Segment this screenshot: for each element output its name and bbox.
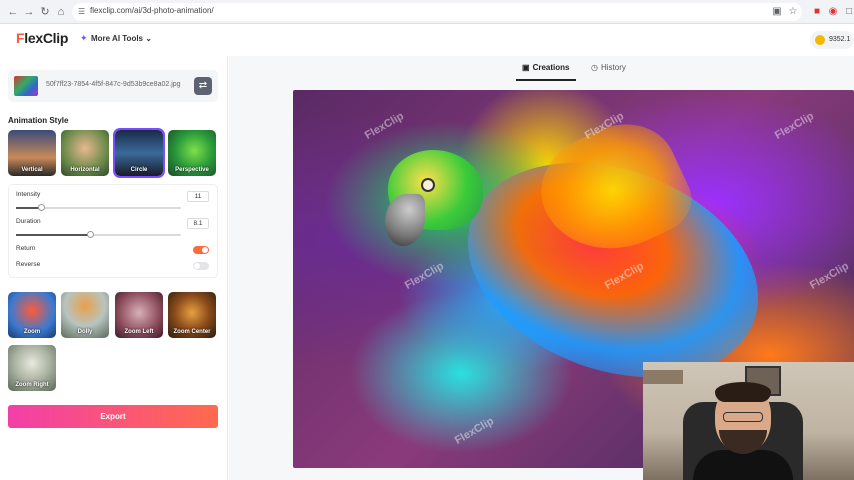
back-icon[interactable]: ← xyxy=(6,5,20,19)
tab-history[interactable]: ◷ History xyxy=(591,63,626,72)
replace-image-button[interactable]: ⇄ xyxy=(194,77,212,95)
sparkle-icon: ✦ xyxy=(80,33,88,43)
return-toggle-knob xyxy=(202,247,208,253)
webcam-overlay xyxy=(643,362,854,480)
person-glasses xyxy=(723,412,763,422)
duration-slider-handle[interactable] xyxy=(87,231,94,238)
credits-value: 9352.1 xyxy=(829,36,851,43)
style-perspective[interactable]: Perspective xyxy=(168,130,216,176)
duration-slider[interactable] xyxy=(16,231,181,238)
person-shirt xyxy=(693,450,793,480)
watermark: FlexClip xyxy=(402,260,446,292)
image-icon: ▣ xyxy=(522,63,530,72)
export-button[interactable]: Export xyxy=(8,405,218,428)
reverse-label: Reverse xyxy=(16,261,41,268)
tab-creations[interactable]: ▣ Creations xyxy=(522,63,569,72)
style-horizontal[interactable]: Horizontal xyxy=(61,130,109,176)
style-dolly[interactable]: Dolly xyxy=(61,292,109,338)
reverse-toggle[interactable] xyxy=(193,262,209,270)
style-zoom-center[interactable]: Zoom Center xyxy=(168,292,216,338)
intensity-slider[interactable] xyxy=(16,204,181,211)
intensity-slider-handle[interactable] xyxy=(38,204,45,211)
extension-icon[interactable]: ■ xyxy=(810,5,824,19)
active-tab-indicator xyxy=(516,79,576,81)
more-ai-tools-menu[interactable]: More AI Tools ⌄ xyxy=(91,34,152,43)
watermark: FlexClip xyxy=(807,260,851,292)
watermark: FlexClip xyxy=(772,110,816,142)
app-header: FlexClip ✦ More AI Tools ⌄ 9352.1 xyxy=(0,24,854,56)
animation-style-title: Animation Style xyxy=(8,116,69,125)
duration-slider-fill xyxy=(16,234,90,236)
screen-cast-icon[interactable]: ▣ xyxy=(770,5,784,19)
duration-value[interactable]: 8.1 xyxy=(187,218,209,229)
duration-label: Duration xyxy=(16,218,41,225)
url-text: flexclip.com/ai/3d-photo-animation/ xyxy=(90,6,214,15)
clock-icon: ◷ xyxy=(591,63,598,72)
return-label: Return xyxy=(16,245,36,252)
site-info-icon[interactable]: ☰ xyxy=(78,7,87,16)
parrot-eye xyxy=(421,178,435,192)
intensity-value[interactable]: 11 xyxy=(187,191,209,202)
file-thumbnail xyxy=(14,76,38,96)
watermark: FlexClip xyxy=(452,415,496,447)
flexclip-logo[interactable]: FlexClip xyxy=(16,30,68,46)
home-icon[interactable]: ⌂ xyxy=(54,5,68,19)
coin-icon xyxy=(815,35,825,45)
left-panel: 50f7ff23-7854-4f5f-847c-9d53b9ce8a02.jpg… xyxy=(0,56,228,480)
bookmark-star-icon[interactable]: ☆ xyxy=(786,5,800,19)
style-zoom[interactable]: Zoom xyxy=(8,292,56,338)
person-hair xyxy=(715,382,771,402)
parrot-beak xyxy=(385,194,425,246)
return-toggle[interactable] xyxy=(193,246,209,254)
browser-toolbar: ← → ↻ ⌂ ☰ flexclip.com/ai/3d-photo-anima… xyxy=(0,0,854,24)
chevron-down-icon: ⌄ xyxy=(145,34,152,43)
forward-icon[interactable]: → xyxy=(22,5,36,19)
style-vertical[interactable]: Vertical xyxy=(8,130,56,176)
settings-panel: Intensity 11 Duration 8.1 Return Reverse xyxy=(8,184,218,278)
credits-badge[interactable]: 9352.1 xyxy=(810,31,854,49)
watermark: FlexClip xyxy=(362,110,406,142)
reload-icon[interactable]: ↻ xyxy=(38,5,52,19)
background-shelf xyxy=(643,370,683,384)
recording-extension-icon[interactable]: ◉ xyxy=(826,5,840,19)
style-zoom-right[interactable]: Zoom Right xyxy=(8,345,56,391)
file-name: 50f7ff23-7854-4f5f-847c-9d53b9ce8a02.jpg xyxy=(46,81,181,88)
style-circle[interactable]: Circle xyxy=(113,128,165,178)
intensity-label: Intensity xyxy=(16,191,41,198)
reverse-toggle-knob xyxy=(194,263,200,269)
style-zoom-left[interactable]: Zoom Left xyxy=(115,292,163,338)
more-ai-tools-label: More AI Tools xyxy=(91,34,143,43)
address-bar[interactable]: ☰ flexclip.com/ai/3d-photo-animation/ xyxy=(72,3,802,21)
side-panel-icon[interactable]: □ xyxy=(842,5,854,19)
uploaded-file: 50f7ff23-7854-4f5f-847c-9d53b9ce8a02.jpg… xyxy=(8,70,218,102)
